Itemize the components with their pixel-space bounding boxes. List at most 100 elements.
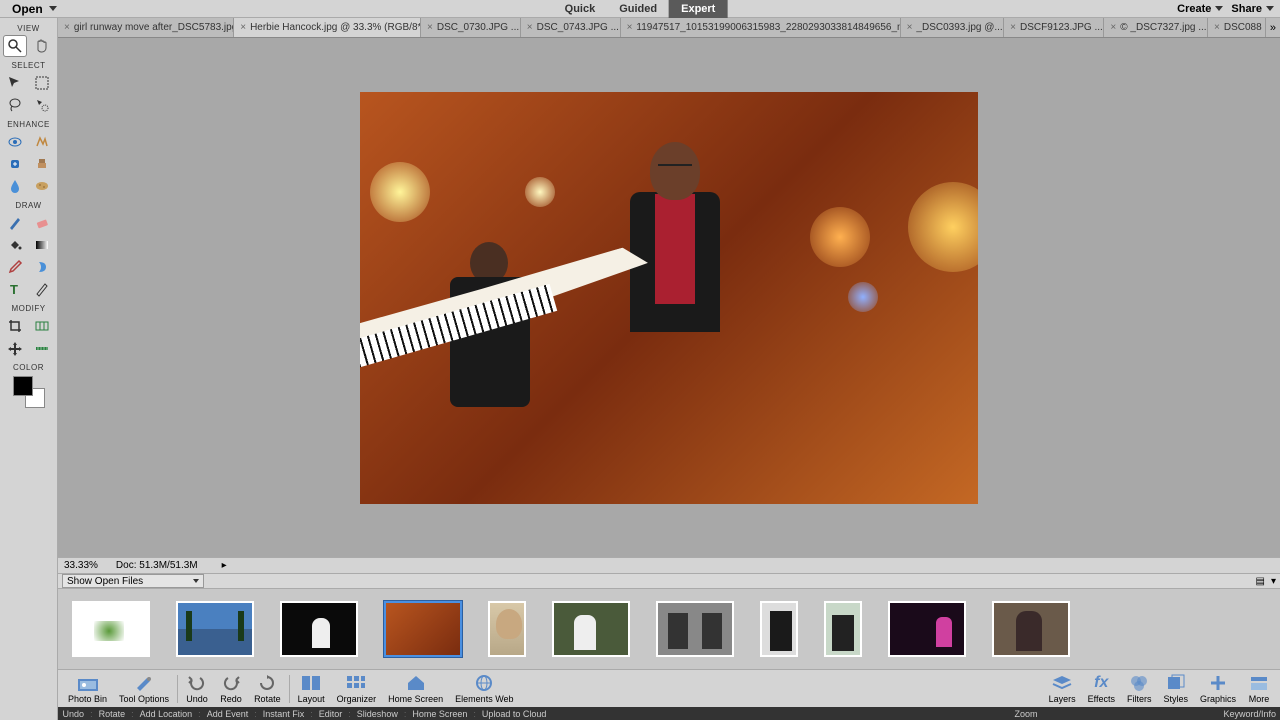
filters-button[interactable]: Filters	[1121, 673, 1158, 704]
close-icon[interactable]: ×	[627, 22, 633, 33]
redo-button[interactable]: Redo	[214, 673, 248, 704]
recompose-tool[interactable]	[30, 315, 54, 337]
doc-tab[interactable]: ×DSCF9123.JPG ...	[1004, 18, 1104, 37]
thumb[interactable]	[888, 601, 966, 657]
thumb[interactable]	[176, 601, 254, 657]
thumb[interactable]	[488, 601, 526, 657]
doc-tab[interactable]: ×DSC088	[1208, 18, 1266, 37]
type-tool[interactable]: T	[3, 278, 27, 300]
doc-tab[interactable]: ×Herbie Hancock.jpg @ 33.3% (RGB/8*)	[234, 18, 421, 37]
layout-button[interactable]: Layout	[292, 673, 331, 704]
effects-button[interactable]: fxEffects	[1082, 673, 1121, 704]
close-icon[interactable]: ×	[240, 22, 246, 33]
rotate-button[interactable]: Rotate	[248, 673, 287, 704]
thumb[interactable]	[824, 601, 862, 657]
doc-tab[interactable]: ×© _DSC7327.jpg ...	[1104, 18, 1208, 37]
share-label: Share	[1231, 3, 1262, 15]
foreground-color[interactable]	[13, 376, 33, 396]
create-menu-button[interactable]: Create	[1177, 3, 1223, 15]
zoom-tool[interactable]	[3, 35, 27, 57]
zoom-level[interactable]: 33.33%	[64, 560, 98, 571]
move-tool[interactable]	[3, 72, 27, 94]
bb-item[interactable]: Home Screen	[412, 709, 467, 719]
bb-item[interactable]: Upload to Cloud	[482, 709, 547, 719]
doc-tab[interactable]: ×DSC_0743.JPG ...	[521, 18, 621, 37]
brush-tool[interactable]	[3, 212, 27, 234]
styles-button[interactable]: Styles	[1157, 673, 1194, 704]
thumb[interactable]	[384, 601, 462, 657]
paint-bucket-tool[interactable]	[3, 234, 27, 256]
undo-button[interactable]: Undo	[180, 673, 214, 704]
close-icon[interactable]: ×	[527, 22, 533, 33]
organizer-button[interactable]: Organizer	[331, 673, 383, 704]
bb-item[interactable]: Add Event	[207, 709, 249, 719]
layers-button[interactable]: Layers	[1043, 673, 1082, 704]
bb-item[interactable]: Editor	[319, 709, 343, 719]
graphics-button[interactable]: Graphics	[1194, 673, 1242, 704]
bb-item[interactable]: Instant Fix	[263, 709, 305, 719]
hand-tool[interactable]	[30, 35, 54, 57]
quick-select-tool[interactable]	[30, 94, 54, 116]
home-screen-button[interactable]: Home Screen	[382, 673, 449, 704]
thumb[interactable]	[760, 601, 798, 657]
thumb[interactable]	[656, 601, 734, 657]
app-status-bar: Hide Panel: Undo: Rotate: Add Location: …	[0, 707, 1280, 720]
eyedropper-tool[interactable]	[3, 256, 27, 278]
bin-grid-icon[interactable]: ▤	[1256, 576, 1265, 587]
close-icon[interactable]: ×	[64, 22, 70, 33]
doc-tab[interactable]: ×girl runway move after_DSC5783.jpg	[58, 18, 234, 37]
tool-options-button[interactable]: Tool Options	[113, 673, 175, 704]
more-button[interactable]: More	[1242, 673, 1276, 704]
doc-tab[interactable]: ×DSC_0730.JPG ...	[421, 18, 521, 37]
bb-item[interactable]: Undo	[63, 709, 85, 719]
open-menu-button[interactable]: Open	[6, 2, 63, 16]
whiten-teeth-tool[interactable]	[30, 131, 54, 153]
gradient-tool[interactable]	[30, 234, 54, 256]
content-aware-move-tool[interactable]	[3, 337, 27, 359]
eraser-tool[interactable]	[30, 212, 54, 234]
doc-tab[interactable]: ×_DSC0393.jpg @...	[901, 18, 1005, 37]
status-menu-caret[interactable]: ▸	[222, 560, 227, 571]
bb-item[interactable]: Slideshow	[357, 709, 398, 719]
crop-tool[interactable]	[3, 315, 27, 337]
close-icon[interactable]: ×	[1214, 22, 1220, 33]
thumb[interactable]	[280, 601, 358, 657]
close-icon[interactable]: ×	[427, 22, 433, 33]
thumb[interactable]	[552, 601, 630, 657]
pencil-tool[interactable]	[30, 278, 54, 300]
share-menu-button[interactable]: Share	[1231, 3, 1274, 15]
bb-zoom: Zoom	[1014, 709, 1037, 719]
redeye-tool[interactable]	[3, 131, 27, 153]
bin-menu-caret[interactable]: ▾	[1271, 576, 1276, 587]
color-swatch[interactable]	[13, 376, 45, 408]
tab-guided[interactable]: Guided	[607, 0, 669, 18]
tab-overflow-button[interactable]: »	[1266, 22, 1280, 34]
close-icon[interactable]: ×	[1010, 22, 1016, 33]
clone-stamp-tool[interactable]	[30, 153, 54, 175]
marquee-tool[interactable]	[30, 72, 54, 94]
document-image[interactable]	[360, 92, 978, 504]
close-icon[interactable]: ×	[1110, 22, 1116, 33]
thumb[interactable]	[72, 601, 150, 657]
tab-quick[interactable]: Quick	[553, 0, 608, 18]
bb-item[interactable]: Add Location	[140, 709, 193, 719]
bin-filter-dropdown[interactable]: Show Open Files	[62, 574, 204, 588]
spot-heal-tool[interactable]	[3, 153, 27, 175]
photo-bin	[58, 589, 1280, 669]
section-enhance: ENHANCE	[7, 120, 50, 129]
bb-keyword[interactable]: Keyword/Info	[1223, 709, 1276, 719]
doc-tab[interactable]: ×11947517_10153199006315983_228029303381…	[621, 18, 901, 37]
shape-tool[interactable]	[30, 256, 54, 278]
thumb[interactable]	[992, 601, 1070, 657]
tab-expert[interactable]: Expert	[669, 0, 727, 18]
elements-web-button[interactable]: Elements Web	[449, 673, 519, 704]
blur-tool[interactable]	[3, 175, 27, 197]
bb-item[interactable]: Rotate	[99, 709, 126, 719]
chevron-down-icon	[49, 6, 57, 11]
lasso-tool[interactable]	[3, 94, 27, 116]
close-icon[interactable]: ×	[907, 22, 913, 33]
sponge-tool[interactable]	[30, 175, 54, 197]
canvas-viewport[interactable]	[58, 38, 1280, 557]
photo-bin-button[interactable]: Photo Bin	[62, 673, 113, 704]
straighten-tool[interactable]	[30, 337, 54, 359]
